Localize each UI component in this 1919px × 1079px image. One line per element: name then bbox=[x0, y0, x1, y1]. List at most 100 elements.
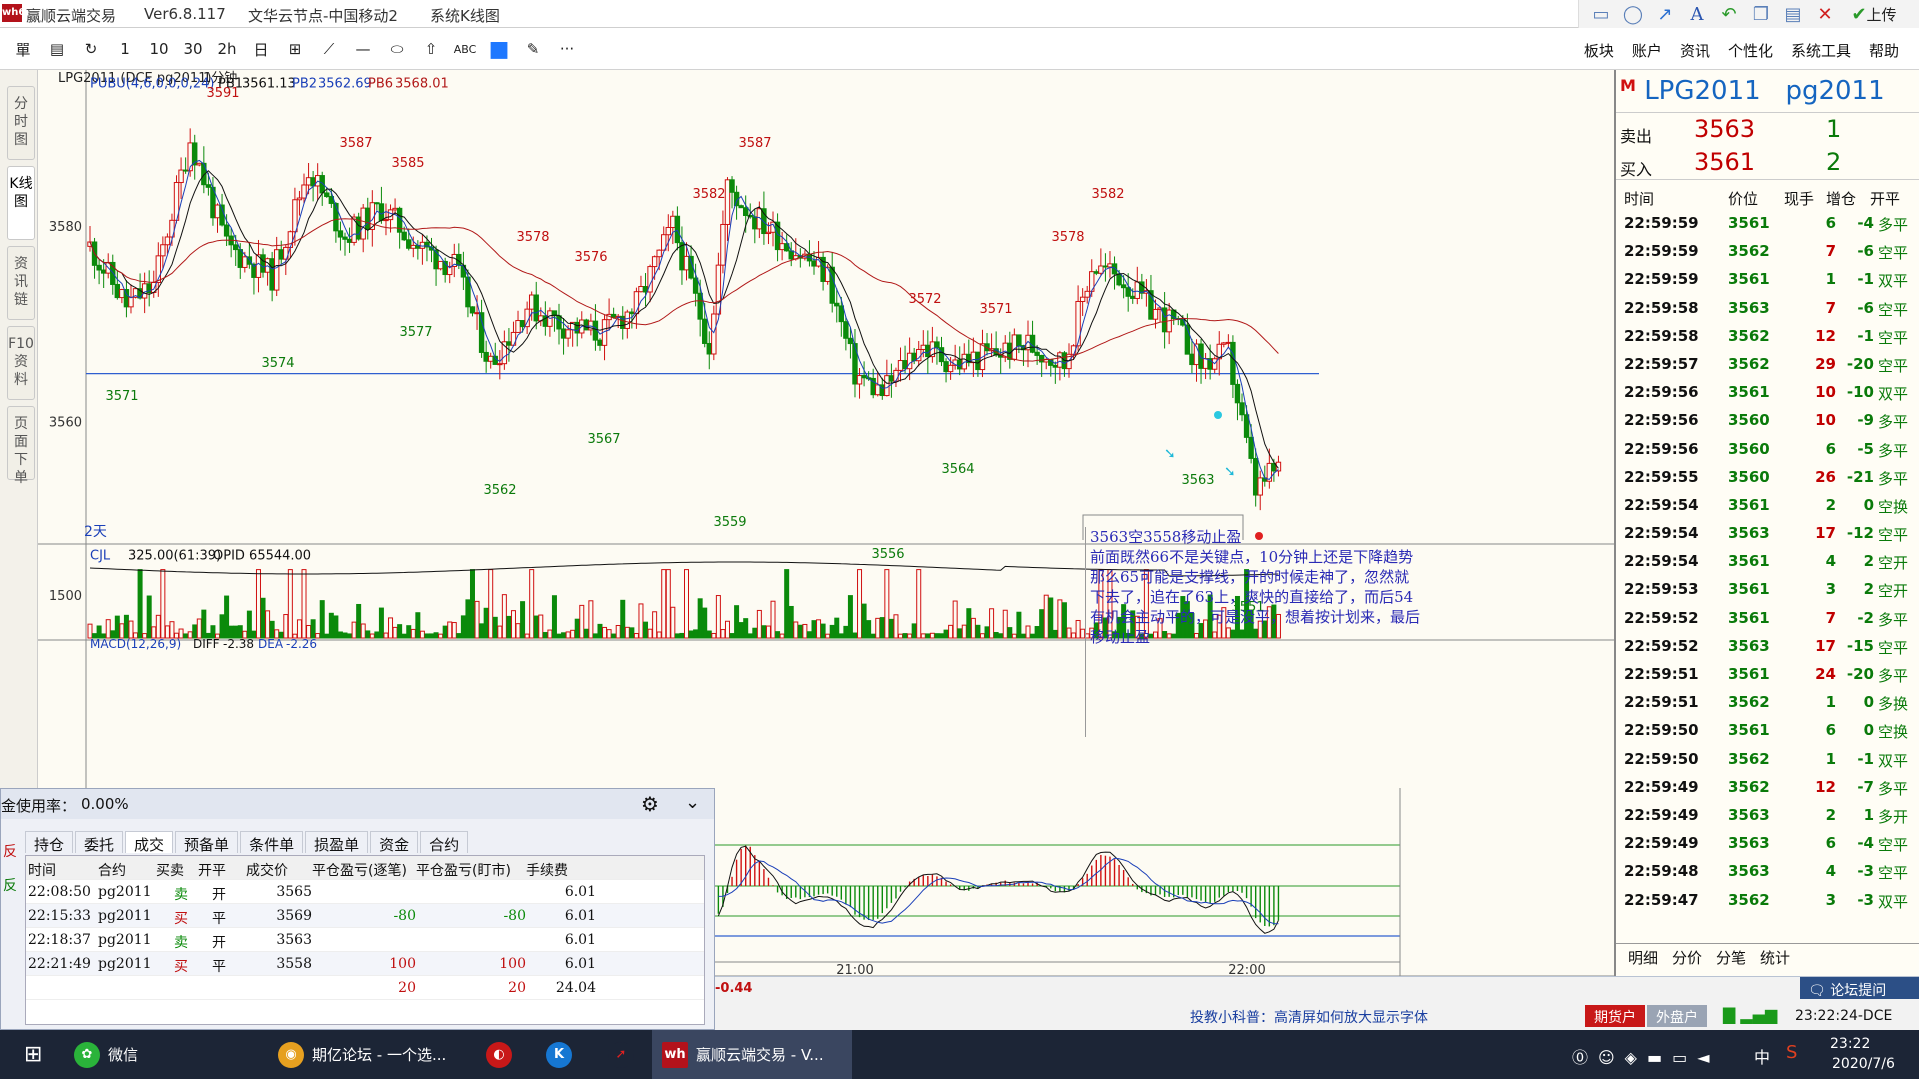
column-header[interactable]: 时间 bbox=[28, 860, 56, 880]
kline-chart[interactable]: LPG2011 (DCE pg2011) 1分钟 PUBU(4,6,0,0,0,24… bbox=[38, 70, 1614, 788]
rect-tool-icon[interactable]: ▭ bbox=[1589, 3, 1613, 25]
text-a-tool-icon[interactable]: A bbox=[1685, 3, 1709, 25]
menu-item[interactable]: 账户 bbox=[1632, 40, 1662, 61]
pen-icon[interactable]: ✎ bbox=[520, 36, 546, 62]
column-header[interactable]: 买卖 bbox=[156, 860, 184, 880]
detail-tab[interactable]: 统计 bbox=[1760, 947, 1790, 969]
order-tab[interactable]: 委托 bbox=[75, 831, 124, 854]
detail-tab[interactable]: 分笔 bbox=[1716, 947, 1746, 969]
order-tab[interactable]: 条件单 bbox=[240, 831, 304, 854]
left-tab[interactable]: 页面下单 bbox=[7, 406, 35, 486]
outer-account-button[interactable]: 外盘户 bbox=[1647, 1005, 1707, 1027]
table-cell: 开 bbox=[212, 935, 226, 951]
taskbar-app-arrow[interactable]: ➚ bbox=[598, 1030, 644, 1079]
table-row[interactable]: 22:08:50 pg2011 卖 开 3565 6.01 bbox=[26, 880, 704, 904]
detail-tab[interactable]: 明细 bbox=[1628, 947, 1658, 969]
table-cell: 22:21:49 bbox=[28, 956, 91, 972]
tick-list[interactable]: 22:59:59 3561 6 -4 多平 22:59:59 3562 7 -6 空平 22:59:… bbox=[1616, 210, 1919, 915]
order-tab[interactable]: 预备单 bbox=[175, 831, 239, 854]
collapse-icon[interactable]: ⌄ bbox=[685, 792, 700, 813]
period-1-icon[interactable]: 1 bbox=[112, 36, 138, 62]
left-tab[interactable]: 资讯链 bbox=[7, 246, 35, 320]
left-tab[interactable]: 分时图 bbox=[7, 86, 35, 160]
tip-text[interactable]: 投教小科普：高清屏如何放大显示字体 bbox=[1190, 1007, 1428, 1027]
undo-icon[interactable]: ↶ bbox=[1717, 3, 1741, 25]
table-cell: 24.04 bbox=[555, 980, 596, 996]
copy-icon[interactable]: ❐ bbox=[1749, 3, 1773, 25]
detail-tab[interactable]: 分价 bbox=[1672, 947, 1702, 969]
menu-item[interactable]: 帮助 bbox=[1869, 40, 1899, 61]
candle-body bbox=[337, 230, 344, 238]
column-header[interactable]: 合约 bbox=[98, 860, 126, 880]
taskbar-browser[interactable]: ◉ 期亿论坛 - 一个选... bbox=[268, 1030, 456, 1079]
volume-bar bbox=[133, 632, 139, 639]
order-tab[interactable]: 资金 bbox=[370, 831, 419, 854]
table-row[interactable]: 22:15:33 pg2011 买 平 3569 -80 -80 6.01 bbox=[26, 904, 704, 928]
delete-icon[interactable]: ✕ bbox=[1813, 3, 1837, 25]
upload-button[interactable]: ✔ 上传 bbox=[1845, 3, 1903, 25]
ellipse-tool-icon[interactable]: ⬭ bbox=[384, 36, 410, 62]
taskbar-app-k[interactable]: K bbox=[536, 1030, 582, 1079]
candle-body bbox=[1116, 273, 1122, 286]
taskbar-wechat[interactable]: ✿ 微信 bbox=[64, 1030, 148, 1079]
side-mark: 反 bbox=[3, 844, 17, 860]
volume-bar bbox=[192, 624, 198, 639]
tray-icons[interactable]: ⓪☺◈▬▭◄ bbox=[1572, 1044, 1720, 1068]
hline-tool-icon[interactable]: — bbox=[350, 36, 376, 62]
period-10-icon[interactable]: 10 bbox=[146, 36, 172, 62]
candle-body bbox=[1189, 353, 1195, 366]
volume-bar bbox=[561, 632, 567, 639]
table-row[interactable]: 22:21:49 pg2011 买 平 3558 100 100 6.01 bbox=[26, 952, 704, 976]
menu-item[interactable]: 板块 bbox=[1584, 40, 1614, 61]
left-tab[interactable]: K线图 bbox=[7, 166, 35, 240]
table-row[interactable]: 20 20 24.04 bbox=[26, 976, 704, 1000]
table-row[interactable]: 22:18:37 pg2011 卖 开 3563 6.01 bbox=[26, 928, 704, 952]
menu-item[interactable]: 个性化 bbox=[1728, 40, 1773, 61]
left-tab[interactable]: F10资料 bbox=[7, 326, 35, 400]
column-header[interactable]: 平仓盈亏(盯市) bbox=[416, 860, 511, 880]
doc-icon[interactable]: 單 bbox=[10, 36, 36, 62]
ime-indicator[interactable]: 中 bbox=[1754, 1044, 1770, 1068]
volume-bar bbox=[975, 624, 981, 639]
settings-gear-icon[interactable]: ⚙ bbox=[641, 792, 659, 816]
order-tab[interactable]: 成交 bbox=[125, 831, 174, 854]
column-header[interactable]: 平仓盈亏(逐笔) bbox=[312, 860, 407, 880]
start-button[interactable]: ⊞ bbox=[14, 1030, 52, 1079]
order-tab[interactable]: 合约 bbox=[420, 831, 469, 854]
candle-body bbox=[374, 202, 380, 205]
line-tool-icon[interactable]: ⟋ bbox=[316, 36, 342, 62]
save-icon[interactable]: ▤ bbox=[44, 36, 70, 62]
more-icon[interactable]: ··· bbox=[554, 36, 580, 62]
period-day-icon[interactable]: 日 bbox=[248, 36, 274, 62]
taskbar-trading-app[interactable]: wh 赢顺云端交易 - V... bbox=[652, 1030, 852, 1079]
menu-item[interactable]: 资讯 bbox=[1680, 40, 1710, 61]
candle-body bbox=[1084, 290, 1090, 298]
arrow-tool-icon[interactable]: ↗ bbox=[1653, 3, 1677, 25]
volume-bar bbox=[761, 625, 767, 639]
sogou-icon[interactable]: S bbox=[1786, 1042, 1797, 1063]
app-red-icon: ◐ bbox=[486, 1041, 512, 1068]
table-cell: pg2011 bbox=[98, 932, 152, 948]
period-2h-icon[interactable]: 2h bbox=[214, 36, 240, 62]
column-header[interactable]: 开平 bbox=[198, 860, 226, 880]
period-30-icon[interactable]: 30 bbox=[180, 36, 206, 62]
layout-icon[interactable]: ⊞ bbox=[282, 36, 308, 62]
taskbar-app-red[interactable]: ◐ bbox=[476, 1030, 522, 1079]
volume-bar bbox=[756, 609, 762, 639]
arrow-up-tool-icon[interactable]: ⇧ bbox=[418, 36, 444, 62]
save-drawing-icon[interactable]: ▤ bbox=[1781, 3, 1805, 25]
futures-account-button[interactable]: 期货户 bbox=[1585, 1005, 1645, 1027]
column-header[interactable]: 手续费 bbox=[526, 860, 568, 880]
refresh-icon[interactable]: ↻ bbox=[78, 36, 104, 62]
menu-item[interactable]: 系统工具 bbox=[1791, 40, 1851, 61]
order-tab[interactable]: 损盈单 bbox=[305, 831, 369, 854]
volume-bar bbox=[1071, 632, 1077, 639]
order-tab[interactable]: 持仓 bbox=[25, 831, 74, 854]
table-cell: 100 bbox=[499, 956, 526, 972]
candle-body bbox=[702, 318, 708, 344]
color-swatch-icon[interactable]: ■ bbox=[486, 36, 512, 62]
circle-tool-icon[interactable]: ◯ bbox=[1621, 3, 1645, 25]
column-header[interactable]: 成交价 bbox=[246, 860, 288, 880]
text-tool-icon[interactable]: ABC bbox=[452, 36, 478, 62]
forum-ask-button[interactable]: 🗨 论坛提问 bbox=[1800, 977, 1919, 999]
